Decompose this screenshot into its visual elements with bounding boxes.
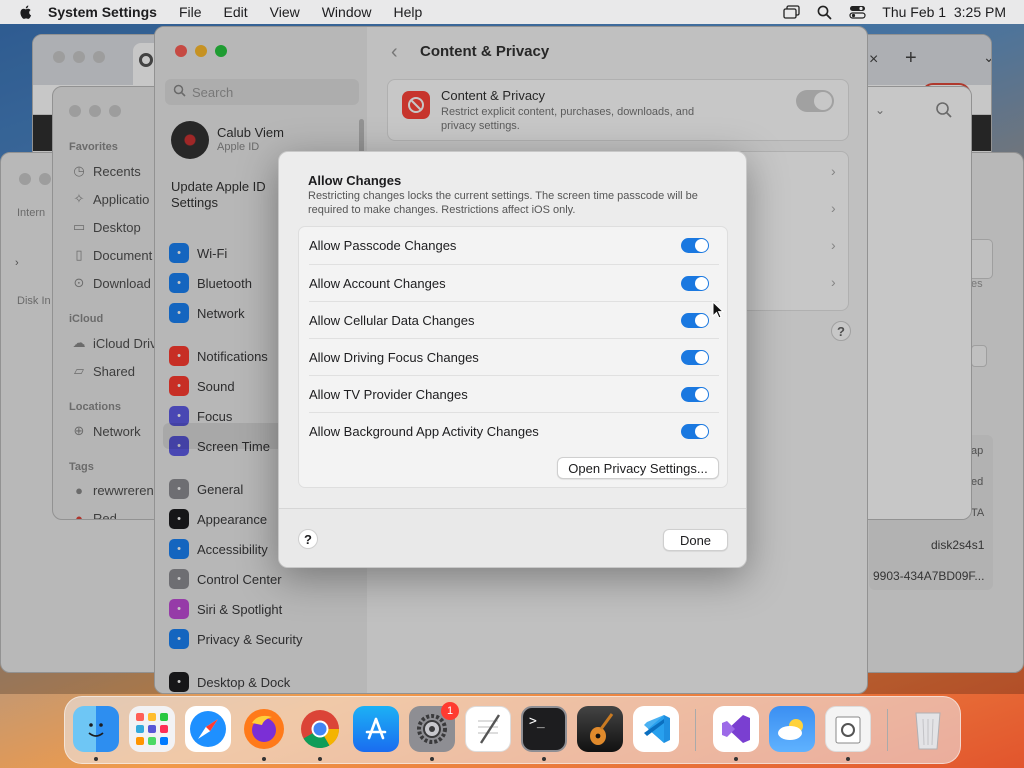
control-center-icon[interactable] [849, 5, 866, 20]
allow-row: Allow Passcode Changes [309, 227, 719, 264]
allow-row: Allow Background App Activity Changes [309, 412, 719, 449]
help-button[interactable]: ? [298, 529, 318, 549]
allow-row: Allow TV Provider Changes [309, 375, 719, 412]
running-indicator [430, 757, 434, 761]
menu-app-name[interactable]: System Settings [48, 4, 157, 20]
row-label: Allow Account Changes [309, 275, 446, 291]
row-label: Allow Driving Focus Changes [309, 349, 479, 365]
running-indicator [542, 757, 546, 761]
terminal-icon[interactable]: >_ [521, 706, 567, 752]
dock-separator [695, 709, 696, 751]
running-indicator [318, 757, 322, 761]
row-label: Allow TV Provider Changes [309, 386, 468, 402]
menu-bar: System Settings File Edit View Window He… [0, 0, 1024, 24]
menu-edit[interactable]: Edit [224, 4, 248, 20]
dialog-title: Allow Changes [308, 173, 402, 188]
firefox-icon[interactable] [241, 706, 287, 752]
toggle-switch[interactable] [681, 386, 709, 402]
dock-separator [887, 709, 888, 751]
safari-icon[interactable] [185, 706, 231, 752]
dialog-footer: ? Done [279, 508, 746, 567]
app-store-icon[interactable] [353, 706, 399, 752]
toggle-switch[interactable] [681, 275, 709, 291]
notification-badge: 1 [441, 702, 459, 720]
row-label: Allow Cellular Data Changes [309, 312, 475, 328]
menubar-clock[interactable]: Thu Feb 1 3:25 PM [882, 4, 1006, 20]
menu-window[interactable]: Window [322, 4, 372, 20]
spotlight-search-icon[interactable] [816, 5, 833, 20]
toggle-switch[interactable] [681, 349, 709, 365]
menu-view[interactable]: View [270, 4, 300, 20]
running-indicator [846, 757, 850, 761]
textedit-icon[interactable] [465, 706, 511, 752]
mouse-pointer-icon [712, 301, 724, 319]
dialog-description: Restricting changes locks the current se… [308, 190, 698, 216]
garageband-icon[interactable] [577, 706, 623, 752]
open-privacy-settings-button[interactable]: Open Privacy Settings... [557, 457, 719, 479]
allow-changes-dialog: Allow Changes Restricting changes locks … [278, 151, 747, 568]
finder-icon[interactable] [73, 706, 119, 752]
dock: 1 >_ [64, 696, 961, 764]
running-indicator [262, 757, 266, 761]
row-label: Allow Passcode Changes [309, 238, 457, 253]
allow-changes-list: Allow Passcode Changes Allow Account Cha… [298, 226, 728, 488]
trash-icon[interactable] [905, 706, 951, 752]
launchpad-icon[interactable] [129, 706, 175, 752]
allow-row: Allow Driving Focus Changes [309, 338, 719, 375]
weather-icon[interactable] [769, 706, 815, 752]
apple-menu-icon[interactable] [18, 4, 34, 20]
menu-help[interactable]: Help [394, 4, 423, 20]
visual-studio-icon[interactable] [713, 706, 759, 752]
row-label: Allow Background App Activity Changes [309, 423, 539, 439]
screen-mirroring-icon[interactable] [783, 5, 800, 20]
toggle-switch[interactable] [681, 312, 709, 328]
vscode-icon[interactable] [633, 706, 679, 752]
running-indicator [734, 757, 738, 761]
running-indicator [94, 757, 98, 761]
done-button[interactable]: Done [663, 529, 728, 551]
toggle-switch[interactable] [681, 238, 709, 253]
menu-file[interactable]: File [179, 4, 202, 20]
allow-row: Allow Cellular Data Changes [309, 301, 719, 338]
allow-row: Allow Account Changes [309, 264, 719, 301]
preview-icon[interactable] [825, 706, 871, 752]
chrome-icon[interactable] [297, 706, 343, 752]
toggle-switch[interactable] [681, 423, 709, 439]
